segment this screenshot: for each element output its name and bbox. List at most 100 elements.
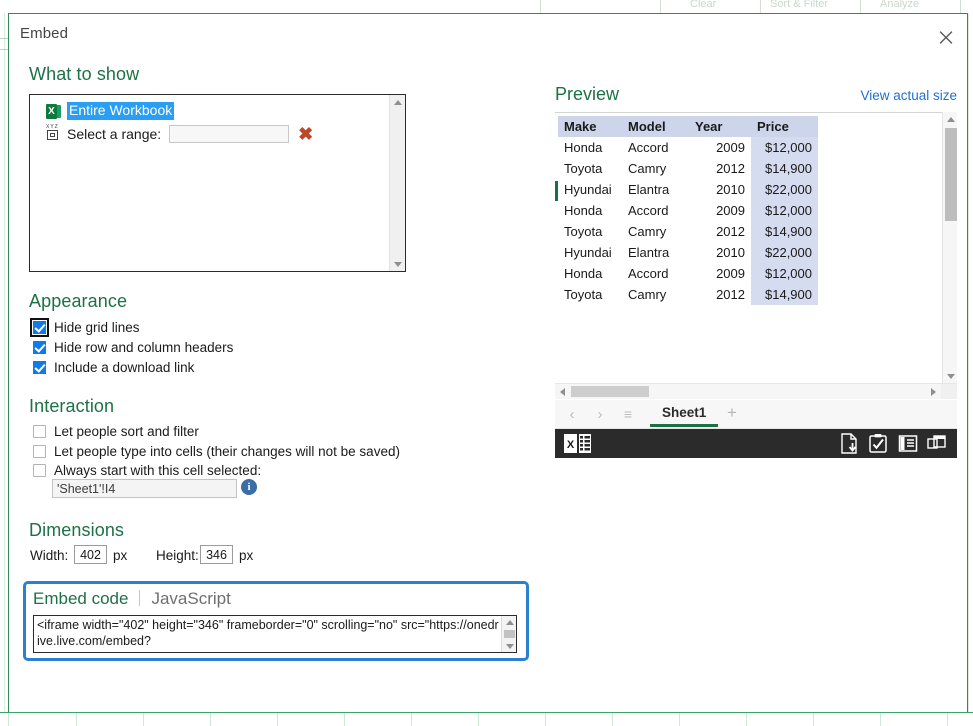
cell-reference-input[interactable] bbox=[52, 479, 237, 498]
horizontal-scrollbar-thumb[interactable] bbox=[571, 386, 649, 397]
dimensions-heading: Dimensions bbox=[29, 520, 125, 540]
preview-heading: Preview bbox=[555, 84, 620, 104]
cell-make: Hyundai bbox=[564, 244, 612, 260]
height-label: Height: bbox=[156, 548, 199, 563]
vertical-scrollbar-thumb[interactable] bbox=[945, 128, 957, 221]
info-icon[interactable]: i bbox=[241, 479, 257, 495]
interaction-heading: Interaction bbox=[29, 396, 115, 416]
ribbon-fragment-sort-filter: Sort & Filter bbox=[770, 0, 829, 10]
scroll-down-arrow-icon[interactable] bbox=[943, 369, 957, 383]
preview-sheet-tab-bar: ‹ › ≡ Sheet1 + bbox=[555, 400, 957, 429]
checkbox-label-start-cell: Always start with this cell selected: bbox=[54, 463, 262, 478]
cell-make: Hyundai bbox=[564, 181, 612, 197]
ribbon-fragment-clear: Clear bbox=[690, 0, 717, 10]
checkbox-row-hide-headers[interactable]: Hide row and column headers bbox=[33, 340, 233, 355]
checkbox-row-start-cell[interactable]: Always start with this cell selected: bbox=[33, 463, 261, 478]
ribbon-divider bbox=[660, 0, 661, 13]
sheet-list-menu-icon[interactable]: ≡ bbox=[619, 405, 637, 423]
scroll-left-arrow-icon[interactable] bbox=[555, 384, 569, 399]
cell-price: $12,000 bbox=[751, 200, 818, 221]
preview-horizontal-scrollbar[interactable] bbox=[555, 383, 957, 399]
entire-workbook-label: Entire Workbook bbox=[67, 102, 175, 120]
list-item-entire-workbook[interactable]: X Entire Workbook bbox=[46, 102, 175, 120]
tab-embed-code[interactable]: Embed code bbox=[33, 589, 128, 609]
embed-code-textarea[interactable]: <iframe width="402" height="346" framebo… bbox=[33, 615, 517, 653]
checkbox-let-people-type-into-cells[interactable] bbox=[33, 445, 46, 458]
checkbox-label-sort-filter: Let people sort and filter bbox=[54, 424, 199, 439]
cell-make: Honda bbox=[564, 265, 603, 281]
checkbox-always-start-with-cell[interactable] bbox=[33, 464, 46, 477]
width-unit: px bbox=[113, 548, 128, 563]
preview-frame: Make Model Year Price Honda Accord 2009 … bbox=[555, 112, 957, 458]
add-sheet-icon[interactable]: + bbox=[727, 404, 737, 422]
excel-ribbon-strip: Clear Sort & Filter Analyze bbox=[0, 0, 973, 13]
scroll-down-arrow-icon[interactable] bbox=[390, 257, 406, 271]
cell-year: 2012 bbox=[716, 160, 745, 176]
previous-sheet-icon[interactable]: ‹ bbox=[563, 405, 581, 423]
preview-data-table: Make Model Year Price Honda Accord 2009 … bbox=[558, 116, 818, 305]
close-icon bbox=[939, 31, 953, 44]
list-item-select-range[interactable]: XYZ Select a range: ✖ bbox=[46, 124, 313, 143]
checkbox-include-download-link[interactable] bbox=[33, 361, 46, 374]
preview-sheet-area[interactable]: Make Model Year Price Honda Accord 2009 … bbox=[555, 113, 942, 383]
embed-code-text: <iframe width="402" height="346" framebo… bbox=[37, 618, 499, 648]
cell-price: $14,900 bbox=[751, 221, 818, 242]
sheet-tab-sheet1[interactable]: Sheet1 bbox=[650, 402, 719, 427]
edit-in-browser-icon[interactable] bbox=[867, 433, 889, 454]
table-header-row: Make Model Year Price bbox=[558, 116, 818, 137]
next-sheet-icon[interactable]: › bbox=[591, 405, 609, 423]
checkbox-label-download-link: Include a download link bbox=[54, 360, 195, 375]
what-to-show-heading: What to show bbox=[29, 64, 140, 84]
chevron-up-icon[interactable] bbox=[502, 616, 516, 628]
tab-divider bbox=[139, 590, 141, 606]
cell-model: Accord bbox=[628, 139, 669, 155]
cell-year: 2012 bbox=[716, 286, 745, 302]
view-actual-size-link[interactable]: View actual size bbox=[860, 88, 957, 103]
table-row: Honda Accord 2009 $12,000 bbox=[558, 200, 818, 221]
cell-price: $14,900 bbox=[751, 158, 818, 179]
excel-logo-icon[interactable]: X bbox=[564, 434, 592, 453]
checkbox-row-type-into-cells[interactable]: Let people type into cells (their change… bbox=[33, 444, 400, 459]
checkbox-hide-row-column-headers[interactable] bbox=[33, 341, 46, 354]
ribbon-divider bbox=[760, 0, 761, 13]
listbox-scrollbar[interactable] bbox=[389, 95, 405, 271]
cell-year: 2009 bbox=[716, 265, 745, 281]
scrollbar-thumb[interactable] bbox=[504, 630, 515, 638]
cell-make: Toyota bbox=[564, 160, 603, 176]
checkbox-hide-grid-lines[interactable] bbox=[30, 318, 49, 337]
checkbox-row-download-link[interactable]: Include a download link bbox=[33, 360, 194, 375]
scroll-right-arrow-icon[interactable] bbox=[926, 384, 940, 399]
width-input[interactable] bbox=[74, 545, 107, 564]
cell-price: $12,000 bbox=[751, 137, 818, 158]
cell-model: Accord bbox=[628, 265, 669, 281]
scroll-up-arrow-icon[interactable] bbox=[390, 95, 406, 109]
cell-make: Honda bbox=[564, 202, 603, 218]
download-icon[interactable] bbox=[839, 433, 861, 454]
scroll-up-arrow-icon[interactable] bbox=[943, 112, 957, 126]
checkbox-row-hide-grid-lines[interactable]: Hide grid lines bbox=[30, 318, 140, 337]
close-button[interactable] bbox=[931, 22, 961, 52]
excel-row-header-stub bbox=[0, 38, 8, 50]
cell-year: 2009 bbox=[716, 202, 745, 218]
cell-model: Camry bbox=[628, 160, 667, 176]
range-input[interactable] bbox=[169, 125, 290, 143]
column-header-price: Price bbox=[751, 116, 818, 137]
cell-model: Accord bbox=[628, 202, 669, 218]
column-header-year: Year bbox=[689, 116, 751, 137]
chevron-down-icon[interactable] bbox=[502, 640, 516, 652]
preview-vertical-scrollbar[interactable] bbox=[942, 112, 957, 383]
reading-view-icon[interactable] bbox=[897, 433, 919, 454]
cell-model: Elantra bbox=[628, 244, 670, 260]
checkbox-row-sort-filter[interactable]: Let people sort and filter bbox=[33, 424, 199, 439]
height-input[interactable] bbox=[200, 545, 233, 564]
red-x-delete-icon[interactable]: ✖ bbox=[298, 125, 313, 143]
checkbox-let-people-sort-and-filter[interactable] bbox=[33, 425, 46, 438]
embed-code-scrollbar[interactable] bbox=[501, 616, 516, 652]
ribbon-divider bbox=[860, 0, 861, 13]
what-to-show-listbox[interactable]: X Entire Workbook XYZ Select a range: ✖ bbox=[29, 94, 406, 272]
cell-year: 2010 bbox=[716, 181, 745, 197]
cell-model: Camry bbox=[628, 223, 667, 239]
tab-javascript[interactable]: JavaScript bbox=[151, 589, 230, 609]
width-label: Width: bbox=[30, 548, 69, 563]
open-in-new-window-icon[interactable] bbox=[926, 433, 948, 454]
